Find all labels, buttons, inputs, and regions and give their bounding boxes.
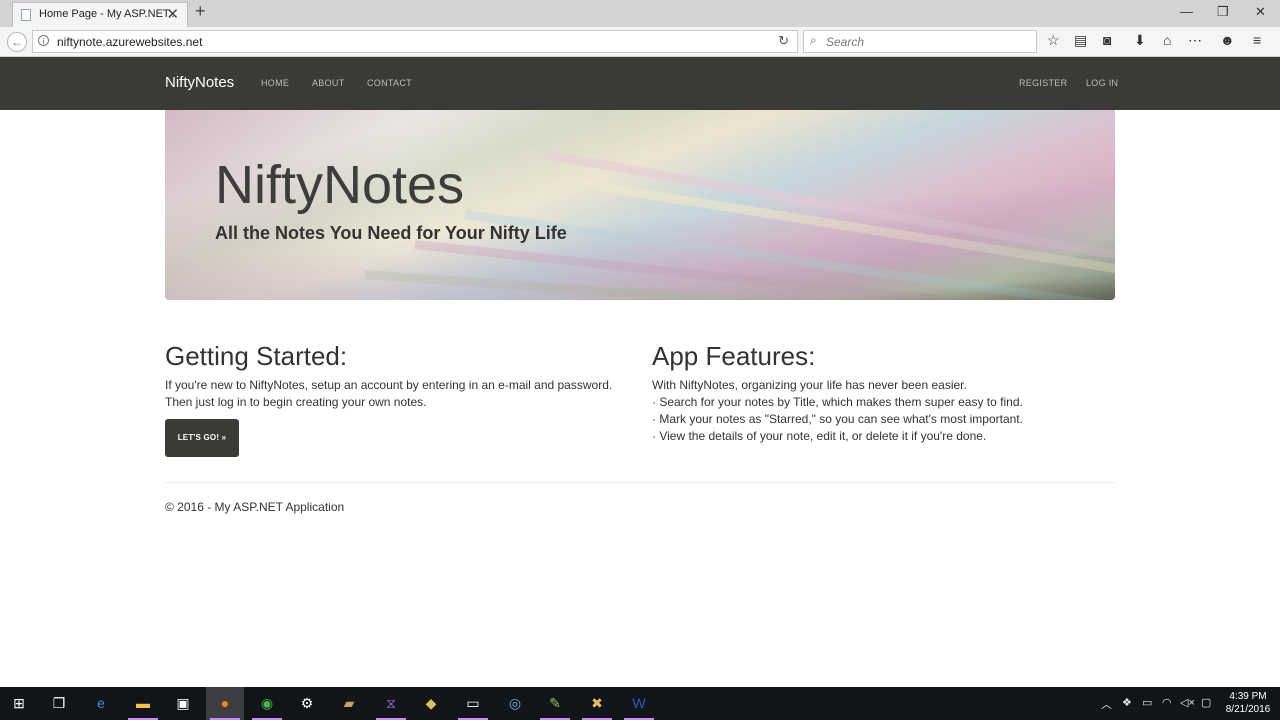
chat-icon[interactable]: ☻	[1220, 32, 1235, 48]
search-placeholder: Search	[826, 35, 865, 49]
taskbar: ⊞ ❐ e ▬ ▣ ● ◉ ⚙ ▰ ⧖ ◆ ▭ ◎ ✎ ✖ W ︿ ❖ ▭ ◠ …	[0, 687, 1280, 720]
notification-icon[interactable]: ▢	[1201, 696, 1211, 709]
page-icon	[21, 9, 31, 21]
visual-studio-icon[interactable]: ⧖	[372, 687, 410, 720]
download-icon[interactable]: ⬇	[1134, 32, 1146, 49]
clock-time: 4:39 PM	[1229, 691, 1267, 702]
footer-divider	[165, 482, 1115, 483]
getting-started-line: Then just log in to begin creating your …	[165, 395, 427, 409]
getting-started-heading: Getting Started:	[165, 341, 348, 371]
pocket-icon[interactable]: ◙	[1103, 32, 1111, 48]
firefox-icon[interactable]: ●	[206, 687, 244, 720]
info-icon[interactable]: i	[38, 35, 49, 46]
file-explorer-icon[interactable]: ▬	[124, 687, 162, 720]
getting-started-line: If you're new to NiftyNotes, setup an ac…	[165, 378, 613, 392]
app-features-heading: App Features:	[652, 341, 816, 371]
footer-text: © 2016 - My ASP.NET Application	[165, 500, 345, 514]
url-text[interactable]: niftynote.azurewebsites.net	[57, 35, 202, 49]
browser-tab-strip: Home Page - My ASP.NET... ✕ + — ❐ ✕	[0, 0, 1280, 27]
feature-line: · Search for your notes by Title, which …	[652, 395, 1023, 409]
windows-start-icon[interactable]: ⊞	[0, 687, 38, 720]
edge-icon[interactable]: e	[82, 687, 120, 720]
minimize-button[interactable]: —	[1180, 4, 1193, 19]
overflow-icon[interactable]: ⋯	[1188, 32, 1202, 49]
close-window-button[interactable]: ✕	[1255, 4, 1266, 20]
terminal-icon[interactable]: ▭	[454, 687, 492, 720]
reload-icon[interactable]: ↻	[778, 33, 789, 49]
hero-subtitle: All the Notes You Need for Your Nifty Li…	[215, 223, 567, 243]
browser-tab[interactable]: Home Page - My ASP.NET... ✕	[12, 2, 188, 27]
settings-icon[interactable]: ⚙	[288, 687, 326, 720]
tools-icon[interactable]: ✖	[578, 687, 616, 720]
restore-button[interactable]: ❐	[1217, 4, 1229, 20]
hero-title: NiftyNotes	[215, 155, 465, 215]
tab-title: Home Page - My ASP.NET...	[39, 8, 178, 20]
nav-login-link[interactable]: LOG IN	[1086, 78, 1118, 88]
feature-line: With NiftyNotes, organizing your life ha…	[652, 378, 967, 392]
wifi-icon[interactable]: ◠	[1162, 696, 1172, 709]
git-icon[interactable]: ◆	[412, 687, 450, 720]
search-icon: ⌕	[810, 33, 817, 47]
volume-mute-icon[interactable]: ◁×	[1180, 696, 1195, 709]
close-tab-icon[interactable]: ✕	[166, 5, 179, 23]
dropbox-icon[interactable]: ❖	[1122, 696, 1132, 709]
app-features-list: With NiftyNotes, organizing your life ha…	[652, 377, 1023, 445]
nav-about-link[interactable]: ABOUT	[312, 78, 345, 88]
search-input[interactable]: ⌕ Search	[803, 30, 1037, 53]
app-icon[interactable]: ▰	[330, 687, 368, 720]
globe-icon[interactable]: ◎	[496, 687, 534, 720]
hero-banner: NiftyNotes All the Notes You Need for Yo…	[165, 110, 1115, 300]
bookmark-star-icon[interactable]: ☆	[1047, 32, 1060, 49]
brand-link[interactable]: NiftyNotes	[165, 74, 234, 91]
address-bar[interactable]: i niftynote.azurewebsites.net ↻	[32, 30, 798, 53]
feature-line: · Mark your notes as "Starred," so you c…	[652, 412, 1023, 426]
show-hidden-icons-icon[interactable]: ︿	[1101, 696, 1112, 712]
menu-icon[interactable]: ≡	[1253, 32, 1261, 48]
nav-register-link[interactable]: REGISTER	[1019, 78, 1067, 88]
lets-go-button[interactable]: LET'S GO! »	[165, 419, 239, 457]
home-icon[interactable]: ⌂	[1163, 32, 1171, 48]
notepad-icon[interactable]: ✎	[536, 687, 574, 720]
nav-home-link[interactable]: HOME	[261, 78, 289, 88]
chrome-icon[interactable]: ◉	[248, 687, 286, 720]
task-view-icon[interactable]: ❐	[40, 687, 78, 720]
new-tab-button[interactable]: +	[195, 1, 206, 22]
battery-icon[interactable]: ▭	[1142, 696, 1152, 709]
system-clock[interactable]: 4:39 PM 8/21/2016	[1222, 690, 1274, 716]
site-navbar: NiftyNotes HOME ABOUT CONTACT REGISTER L…	[0, 57, 1280, 110]
bookmarks-list-icon[interactable]: ▤	[1074, 32, 1087, 49]
browser-toolbar: ← i niftynote.azurewebsites.net ↻ ⌕ Sear…	[0, 27, 1280, 57]
back-icon[interactable]: ←	[7, 32, 27, 52]
getting-started-text: If you're new to NiftyNotes, setup an ac…	[165, 377, 612, 411]
store-icon[interactable]: ▣	[164, 687, 202, 720]
feature-line: · View the details of your note, edit it…	[652, 429, 987, 443]
nav-contact-link[interactable]: CONTACT	[367, 78, 412, 88]
clock-date: 8/21/2016	[1225, 704, 1271, 715]
word-icon[interactable]: W	[620, 687, 658, 720]
